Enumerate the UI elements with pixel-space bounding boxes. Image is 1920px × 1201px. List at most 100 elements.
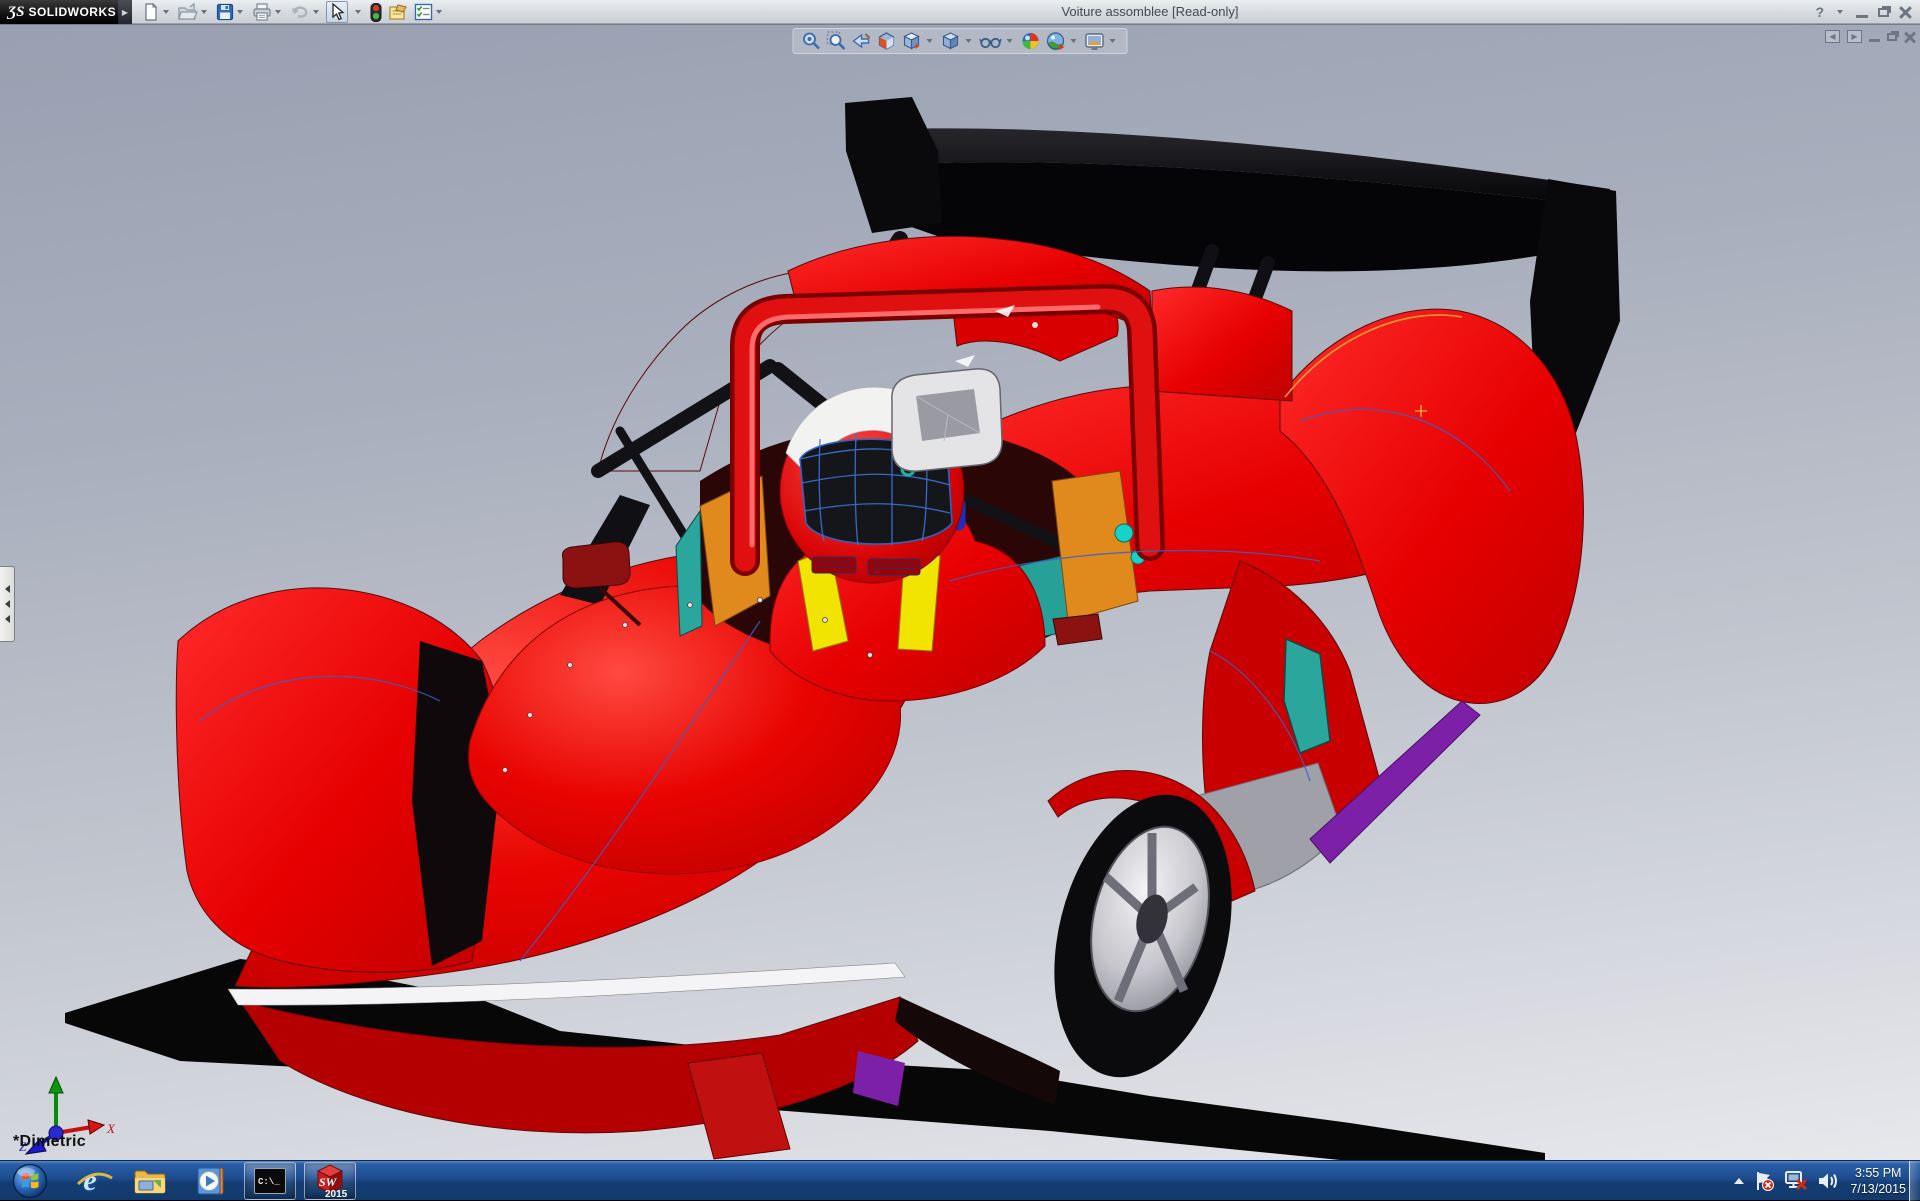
display-style-button[interactable] [941, 31, 975, 51]
edit-note-icon [389, 4, 407, 20]
open-folder-icon [178, 3, 198, 20]
rebuild-button[interactable] [368, 1, 384, 23]
pane-collapse-left-button[interactable]: ◀ [1825, 30, 1840, 43]
section-view-button[interactable] [877, 31, 897, 51]
mirror-left[interactable] [561, 541, 631, 589]
start-button[interactable] [4, 1162, 56, 1200]
taskbar-solidworks[interactable]: SW 2015 [304, 1162, 356, 1200]
folder-icon [134, 1170, 166, 1194]
apply-scene-dropdown-arrow[interactable] [1070, 39, 1077, 43]
new-button[interactable] [140, 1, 174, 23]
options-button[interactable] [412, 1, 447, 23]
view-orientation-icon [903, 32, 920, 50]
open-button[interactable] [176, 1, 212, 23]
apply-scene-button[interactable] [1046, 31, 1080, 51]
new-document-icon [145, 3, 158, 21]
network-status-icon[interactable] [1784, 1170, 1808, 1192]
command-prompt-label: C:\_ [258, 1177, 280, 1187]
clock-date: 7/13/2015 [1850, 1182, 1906, 1196]
zoom-to-area-button[interactable] [826, 31, 847, 51]
display-style-icon [942, 32, 959, 50]
menu-expand-tab[interactable]: ▶ [118, 0, 132, 24]
document-close-button[interactable] [1904, 31, 1916, 43]
select-dropdown[interactable] [350, 1, 366, 23]
document-minimize-button[interactable] [1869, 38, 1880, 42]
triad-x-label: X [106, 1121, 116, 1136]
solidworks-logo-text: SOLIDWORKS [28, 5, 117, 19]
hide-show-dropdown-arrow[interactable] [1006, 39, 1013, 43]
headsup-view-toolbar [792, 28, 1128, 54]
print-button[interactable] [250, 1, 286, 23]
media-player-icon [197, 1167, 224, 1195]
help-dropdown-arrow[interactable] [1837, 10, 1843, 14]
display-style-dropdown-arrow[interactable] [965, 39, 972, 43]
view-orientation-button[interactable] [902, 31, 936, 51]
zoom-to-area-icon [826, 31, 846, 50]
apply-scene-icon [1046, 32, 1065, 51]
zoom-to-fit-icon [803, 32, 820, 50]
view-settings-button[interactable] [1085, 31, 1119, 51]
edit-note-button[interactable] [386, 1, 410, 23]
taskbar-clock[interactable]: 3:55 PM 7/13/2015 [1850, 1165, 1906, 1198]
undo-icon [292, 6, 308, 18]
internet-explorer-icon: e [77, 1164, 114, 1198]
volume-icon[interactable] [1817, 1170, 1841, 1192]
front-bodywork[interactable] [175, 235, 1153, 1160]
view-settings-dropdown-arrow[interactable] [1109, 39, 1116, 43]
hide-show-items-button[interactable] [979, 31, 1016, 51]
front-right-wheel[interactable] [853, 770, 1259, 1106]
pane-expand-right-button[interactable]: ▶ [1847, 30, 1862, 43]
open-dropdown-arrow[interactable] [201, 10, 207, 14]
featuremanager-flyout-tab[interactable] [0, 566, 15, 642]
undo-dropdown-arrow[interactable] [313, 10, 319, 14]
action-center-flag-icon[interactable] [1753, 1170, 1775, 1192]
taskbar-windows-explorer[interactable] [124, 1162, 176, 1200]
wing-endplate-left [845, 97, 942, 233]
select-dropdown-arrow [355, 10, 361, 14]
restore-button[interactable] [1878, 7, 1889, 17]
new-dropdown-arrow[interactable] [163, 10, 169, 14]
appearance-ball-icon [1022, 33, 1039, 49]
ie-swoosh [77, 1172, 114, 1186]
mirror-housing[interactable] [891, 368, 1003, 472]
show-desktop-button[interactable] [1909, 1161, 1920, 1201]
select-button[interactable] [326, 1, 348, 23]
taskbar-internet-explorer[interactable]: e [64, 1162, 116, 1200]
solidworks-logo: ƷS SOLIDWORKS [0, 0, 118, 24]
view-orientation-dropdown-arrow[interactable] [926, 39, 933, 43]
flyout-arrow-icon [4, 600, 10, 608]
undo-button[interactable] [288, 1, 324, 23]
print-icon [253, 3, 271, 21]
graphics-viewport[interactable]: ◀ ▶ X Z *Dimetric [0, 24, 1920, 1161]
close-button[interactable] [1899, 6, 1912, 19]
edit-appearance-button[interactable] [1021, 31, 1041, 51]
document-window-controls: ◀ ▶ [1825, 30, 1916, 43]
command-prompt-icon: C:\_ [254, 1168, 286, 1194]
section-view-icon [878, 32, 895, 50]
taskbar-items: e C:\_ SW 2015 [4, 1161, 356, 1201]
help-button[interactable]: ? [1815, 4, 1824, 20]
car-model[interactable] [0, 25, 1920, 1161]
view-orientation-label: *Dimetric [13, 1133, 86, 1150]
previous-view-button[interactable] [852, 31, 872, 51]
windows-start-orb-icon [12, 1163, 48, 1199]
document-restore-button[interactable] [1887, 32, 1897, 41]
options-dropdown-arrow[interactable] [436, 10, 442, 14]
save-dropdown-arrow[interactable] [237, 10, 243, 14]
flyout-arrow-icon [4, 585, 10, 593]
select-cursor-icon [332, 3, 345, 21]
save-button[interactable] [214, 1, 248, 23]
window-title: Voiture assomblee [Read-only] [1061, 4, 1239, 19]
zoom-to-fit-button[interactable] [802, 31, 822, 51]
view-settings-icon [1085, 33, 1104, 50]
rebuild-traffic-light-icon [370, 2, 382, 22]
taskbar-command-prompt[interactable]: C:\_ [244, 1162, 296, 1200]
taskbar-media-player[interactable] [184, 1162, 236, 1200]
clock-time: 3:55 PM [1854, 1165, 1902, 1180]
window-controls: ? [1815, 0, 1912, 24]
save-floppy-icon [216, 3, 234, 21]
system-tray: 3:55 PM 7/13/2015 [1734, 1161, 1906, 1201]
show-hidden-icons-button[interactable] [1734, 1178, 1745, 1184]
print-dropdown-arrow[interactable] [275, 10, 281, 14]
minimize-button[interactable] [1856, 14, 1868, 18]
